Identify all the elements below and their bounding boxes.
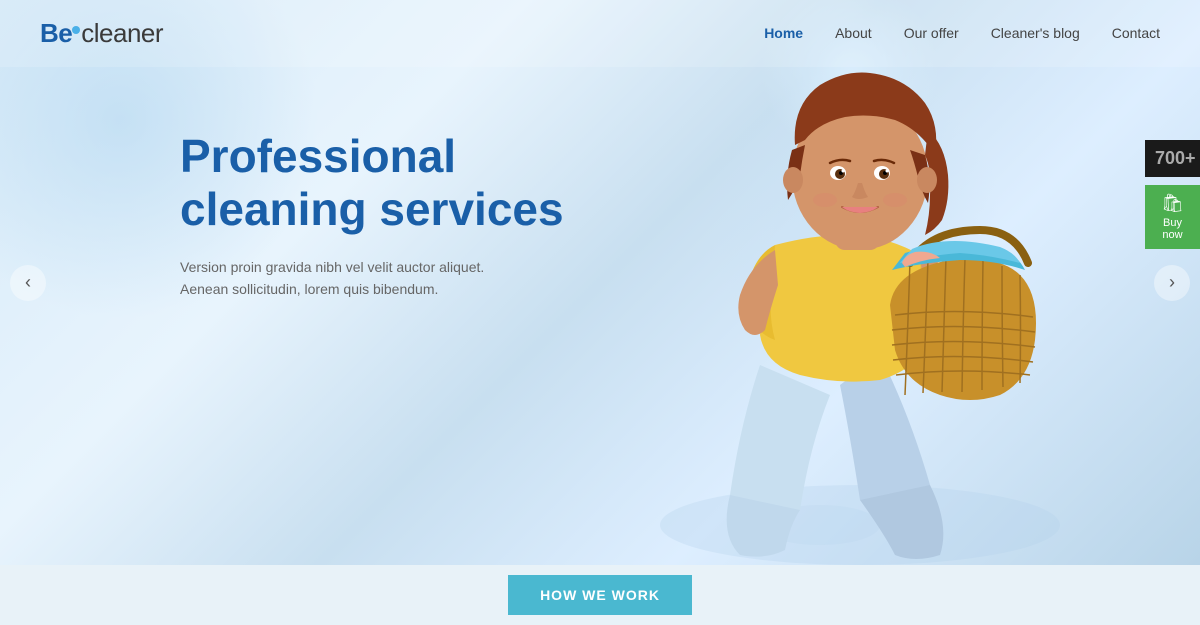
- nav-link-blog[interactable]: Cleaner's blog: [991, 25, 1080, 41]
- logo[interactable]: Be cleaner: [40, 18, 163, 49]
- chevron-right-icon: ›: [1169, 272, 1175, 293]
- how-we-work-button[interactable]: HOW WE WORK: [508, 575, 692, 615]
- nav-link-contact[interactable]: Contact: [1112, 25, 1160, 41]
- hero-subtitle: Version proin gravida nibh vel velit auc…: [180, 256, 500, 301]
- hero-section: Be cleaner Home About Our offer Cleaner's…: [0, 0, 1200, 565]
- hero-content: Professional cleaning services Version p…: [180, 130, 564, 301]
- bag-icon: 🛍: [1161, 193, 1184, 214]
- hero-image: [600, 45, 1120, 565]
- counter-widget: 700+: [1145, 140, 1200, 177]
- nav-item-blog[interactable]: Cleaner's blog: [991, 25, 1080, 43]
- nav-item-offer[interactable]: Our offer: [904, 25, 959, 43]
- prev-arrow[interactable]: ‹: [10, 265, 46, 301]
- nav-link-offer[interactable]: Our offer: [904, 25, 959, 41]
- how-we-work-label: HOW WE WORK: [540, 587, 660, 603]
- logo-be: Be: [40, 18, 72, 49]
- nav-link-about[interactable]: About: [835, 25, 872, 41]
- logo-dot: [72, 26, 80, 34]
- nav-item-contact[interactable]: Contact: [1112, 25, 1160, 43]
- counter-value: 700+: [1155, 148, 1196, 168]
- buy-widget[interactable]: 🛍 Buy now: [1145, 185, 1200, 249]
- bottom-section: HOW WE WORK: [0, 565, 1200, 625]
- hero-title: Professional cleaning services: [180, 130, 564, 236]
- navbar: Be cleaner Home About Our offer Cleaner's…: [0, 0, 1200, 67]
- nav-item-about[interactable]: About: [835, 25, 872, 43]
- next-arrow[interactable]: ›: [1154, 265, 1190, 301]
- logo-cleaner: cleaner: [81, 18, 163, 49]
- chevron-left-icon: ‹: [25, 272, 31, 293]
- nav-link-home[interactable]: Home: [764, 25, 803, 41]
- nav-menu: Home About Our offer Cleaner's blog Cont…: [764, 25, 1160, 43]
- nav-item-home[interactable]: Home: [764, 25, 803, 43]
- buy-label: Buy now: [1155, 217, 1190, 241]
